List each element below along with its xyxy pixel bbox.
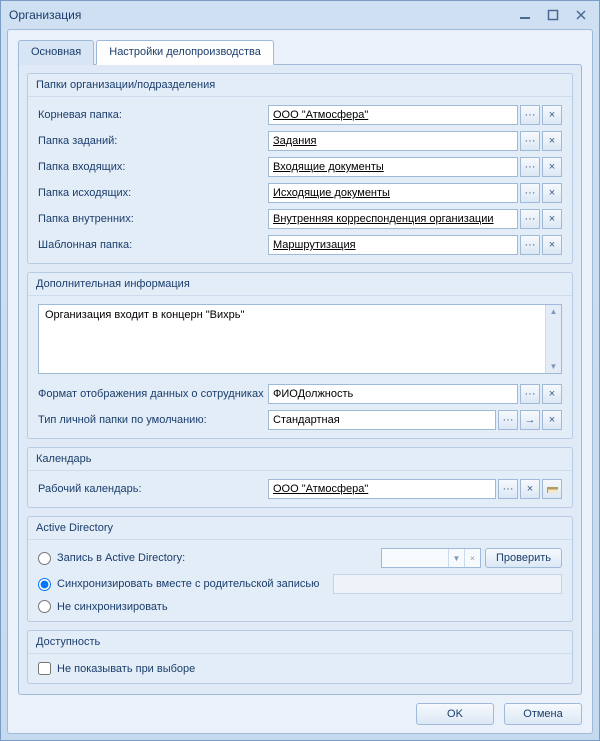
outgoing-folder-browse-button[interactable]: ··· (520, 183, 540, 203)
extra-memo-scrollbar[interactable]: ▲ ▼ (545, 305, 561, 373)
group-calendar: Календарь Рабочий календарь: ООО "Атмосф… (27, 447, 573, 508)
hide-checkbox-label: Не показывать при выборе (57, 663, 195, 675)
ad-sync-field (333, 574, 562, 594)
ad-check-button[interactable]: Проверить (485, 548, 562, 568)
extra-memo[interactable]: Организация входит в концерн "Вихрь" ▲ ▼ (38, 304, 562, 374)
cancel-button[interactable]: Отмена (504, 703, 582, 725)
folder-type-clear-button[interactable]: × (542, 410, 562, 430)
internal-folder-browse-button[interactable]: ··· (520, 209, 540, 229)
tasks-folder-field[interactable]: Задания (268, 131, 518, 151)
tab-body: Папки организации/подразделения Корневая… (18, 64, 582, 695)
titlebar: Организация (1, 1, 599, 29)
root-folder-clear-button[interactable]: × (542, 105, 562, 125)
emp-format-label: Формат отображения данных о сотрудниках (38, 388, 268, 400)
tab-main[interactable]: Основная (18, 40, 94, 65)
chevron-down-icon: ▼ (448, 549, 464, 567)
emp-format-browse-button[interactable]: ··· (520, 384, 540, 404)
dialog-footer: OK Отмена (18, 695, 582, 725)
incoming-folder-label: Папка входящих: (38, 161, 268, 173)
ad-radio-none-label: Не синхронизировать (57, 601, 168, 613)
scroll-down-icon: ▼ (550, 362, 558, 371)
calendar-icon (546, 485, 558, 493)
folder-type-browse-button[interactable]: ··· (498, 410, 518, 430)
tab-strip: Основная Настройки делопроизводства (18, 40, 582, 65)
internal-folder-clear-button[interactable]: × (542, 209, 562, 229)
ok-button[interactable]: OK (416, 703, 494, 725)
emp-format-clear-button[interactable]: × (542, 384, 562, 404)
template-folder-label: Шаблонная папка: (38, 239, 268, 251)
tasks-folder-label: Папка заданий: (38, 135, 268, 147)
tasks-folder-browse-button[interactable]: ··· (520, 131, 540, 151)
group-extra: Дополнительная информация Организация вх… (27, 272, 573, 439)
ad-radio-record[interactable] (38, 552, 51, 565)
clear-icon: × (464, 549, 480, 567)
outgoing-folder-field[interactable]: Исходящие документы (268, 183, 518, 203)
folder-type-field[interactable]: Стандартная (268, 410, 496, 430)
group-folders: Папки организации/подразделения Корневая… (27, 73, 573, 264)
outgoing-folder-label: Папка исходящих: (38, 187, 268, 199)
incoming-folder-clear-button[interactable]: × (542, 157, 562, 177)
scroll-up-icon: ▲ (550, 307, 558, 316)
close-button[interactable] (571, 7, 591, 23)
template-folder-clear-button[interactable]: × (542, 235, 562, 255)
titlebar-buttons (515, 7, 591, 23)
calendar-field[interactable]: ООО "Атмосфера" (268, 479, 496, 499)
emp-format-field[interactable]: ФИОДолжность (268, 384, 518, 404)
maximize-button[interactable] (543, 7, 563, 23)
template-folder-browse-button[interactable]: ··· (520, 235, 540, 255)
window-title: Организация (9, 8, 515, 22)
root-folder-label: Корневая папка: (38, 109, 268, 121)
tab-settings[interactable]: Настройки делопроизводства (96, 40, 274, 65)
client-area: Основная Настройки делопроизводства Папк… (7, 29, 593, 734)
incoming-folder-field[interactable]: Входящие документы (268, 157, 518, 177)
ad-radio-sync-label: Синхронизировать вместе с родительской з… (57, 578, 319, 590)
group-ad: Active Directory Запись в Active Directo… (27, 516, 573, 622)
calendar-clear-button[interactable]: × (520, 479, 540, 499)
group-folders-title: Папки организации/подразделения (28, 74, 572, 97)
calendar-open-button[interactable] (542, 479, 562, 499)
internal-folder-label: Папка внутренних: (38, 213, 268, 225)
internal-folder-field[interactable]: Внутренняя корреспонденция организации (268, 209, 518, 229)
ad-radio-record-label: Запись в Active Directory: (57, 552, 185, 564)
incoming-folder-browse-button[interactable]: ··· (520, 157, 540, 177)
outgoing-folder-clear-button[interactable]: × (542, 183, 562, 203)
ad-radio-none[interactable] (38, 600, 51, 613)
tasks-folder-clear-button[interactable]: × (542, 131, 562, 151)
extra-memo-text: Организация входит в концерн "Вихрь" (39, 305, 545, 373)
hide-checkbox[interactable] (38, 662, 51, 675)
minimize-button[interactable] (515, 7, 535, 23)
calendar-label: Рабочий календарь: (38, 483, 268, 495)
folder-type-label: Тип личной папки по умолчанию: (38, 414, 268, 426)
ad-record-combo[interactable]: ▼ × (381, 548, 481, 568)
template-folder-field[interactable]: Маршрутизация (268, 235, 518, 255)
folder-type-goto-button[interactable]: → (520, 410, 540, 430)
group-availability-title: Доступность (28, 631, 572, 654)
root-folder-browse-button[interactable]: ··· (520, 105, 540, 125)
ad-radio-sync[interactable] (38, 578, 51, 591)
calendar-browse-button[interactable]: ··· (498, 479, 518, 499)
group-extra-title: Дополнительная информация (28, 273, 572, 296)
group-availability: Доступность Не показывать при выборе (27, 630, 573, 684)
group-ad-title: Active Directory (28, 517, 572, 540)
dialog-window: Организация Основная Настройки делопроиз… (0, 0, 600, 741)
group-calendar-title: Календарь (28, 448, 572, 471)
root-folder-field[interactable]: ООО "Атмосфера" (268, 105, 518, 125)
